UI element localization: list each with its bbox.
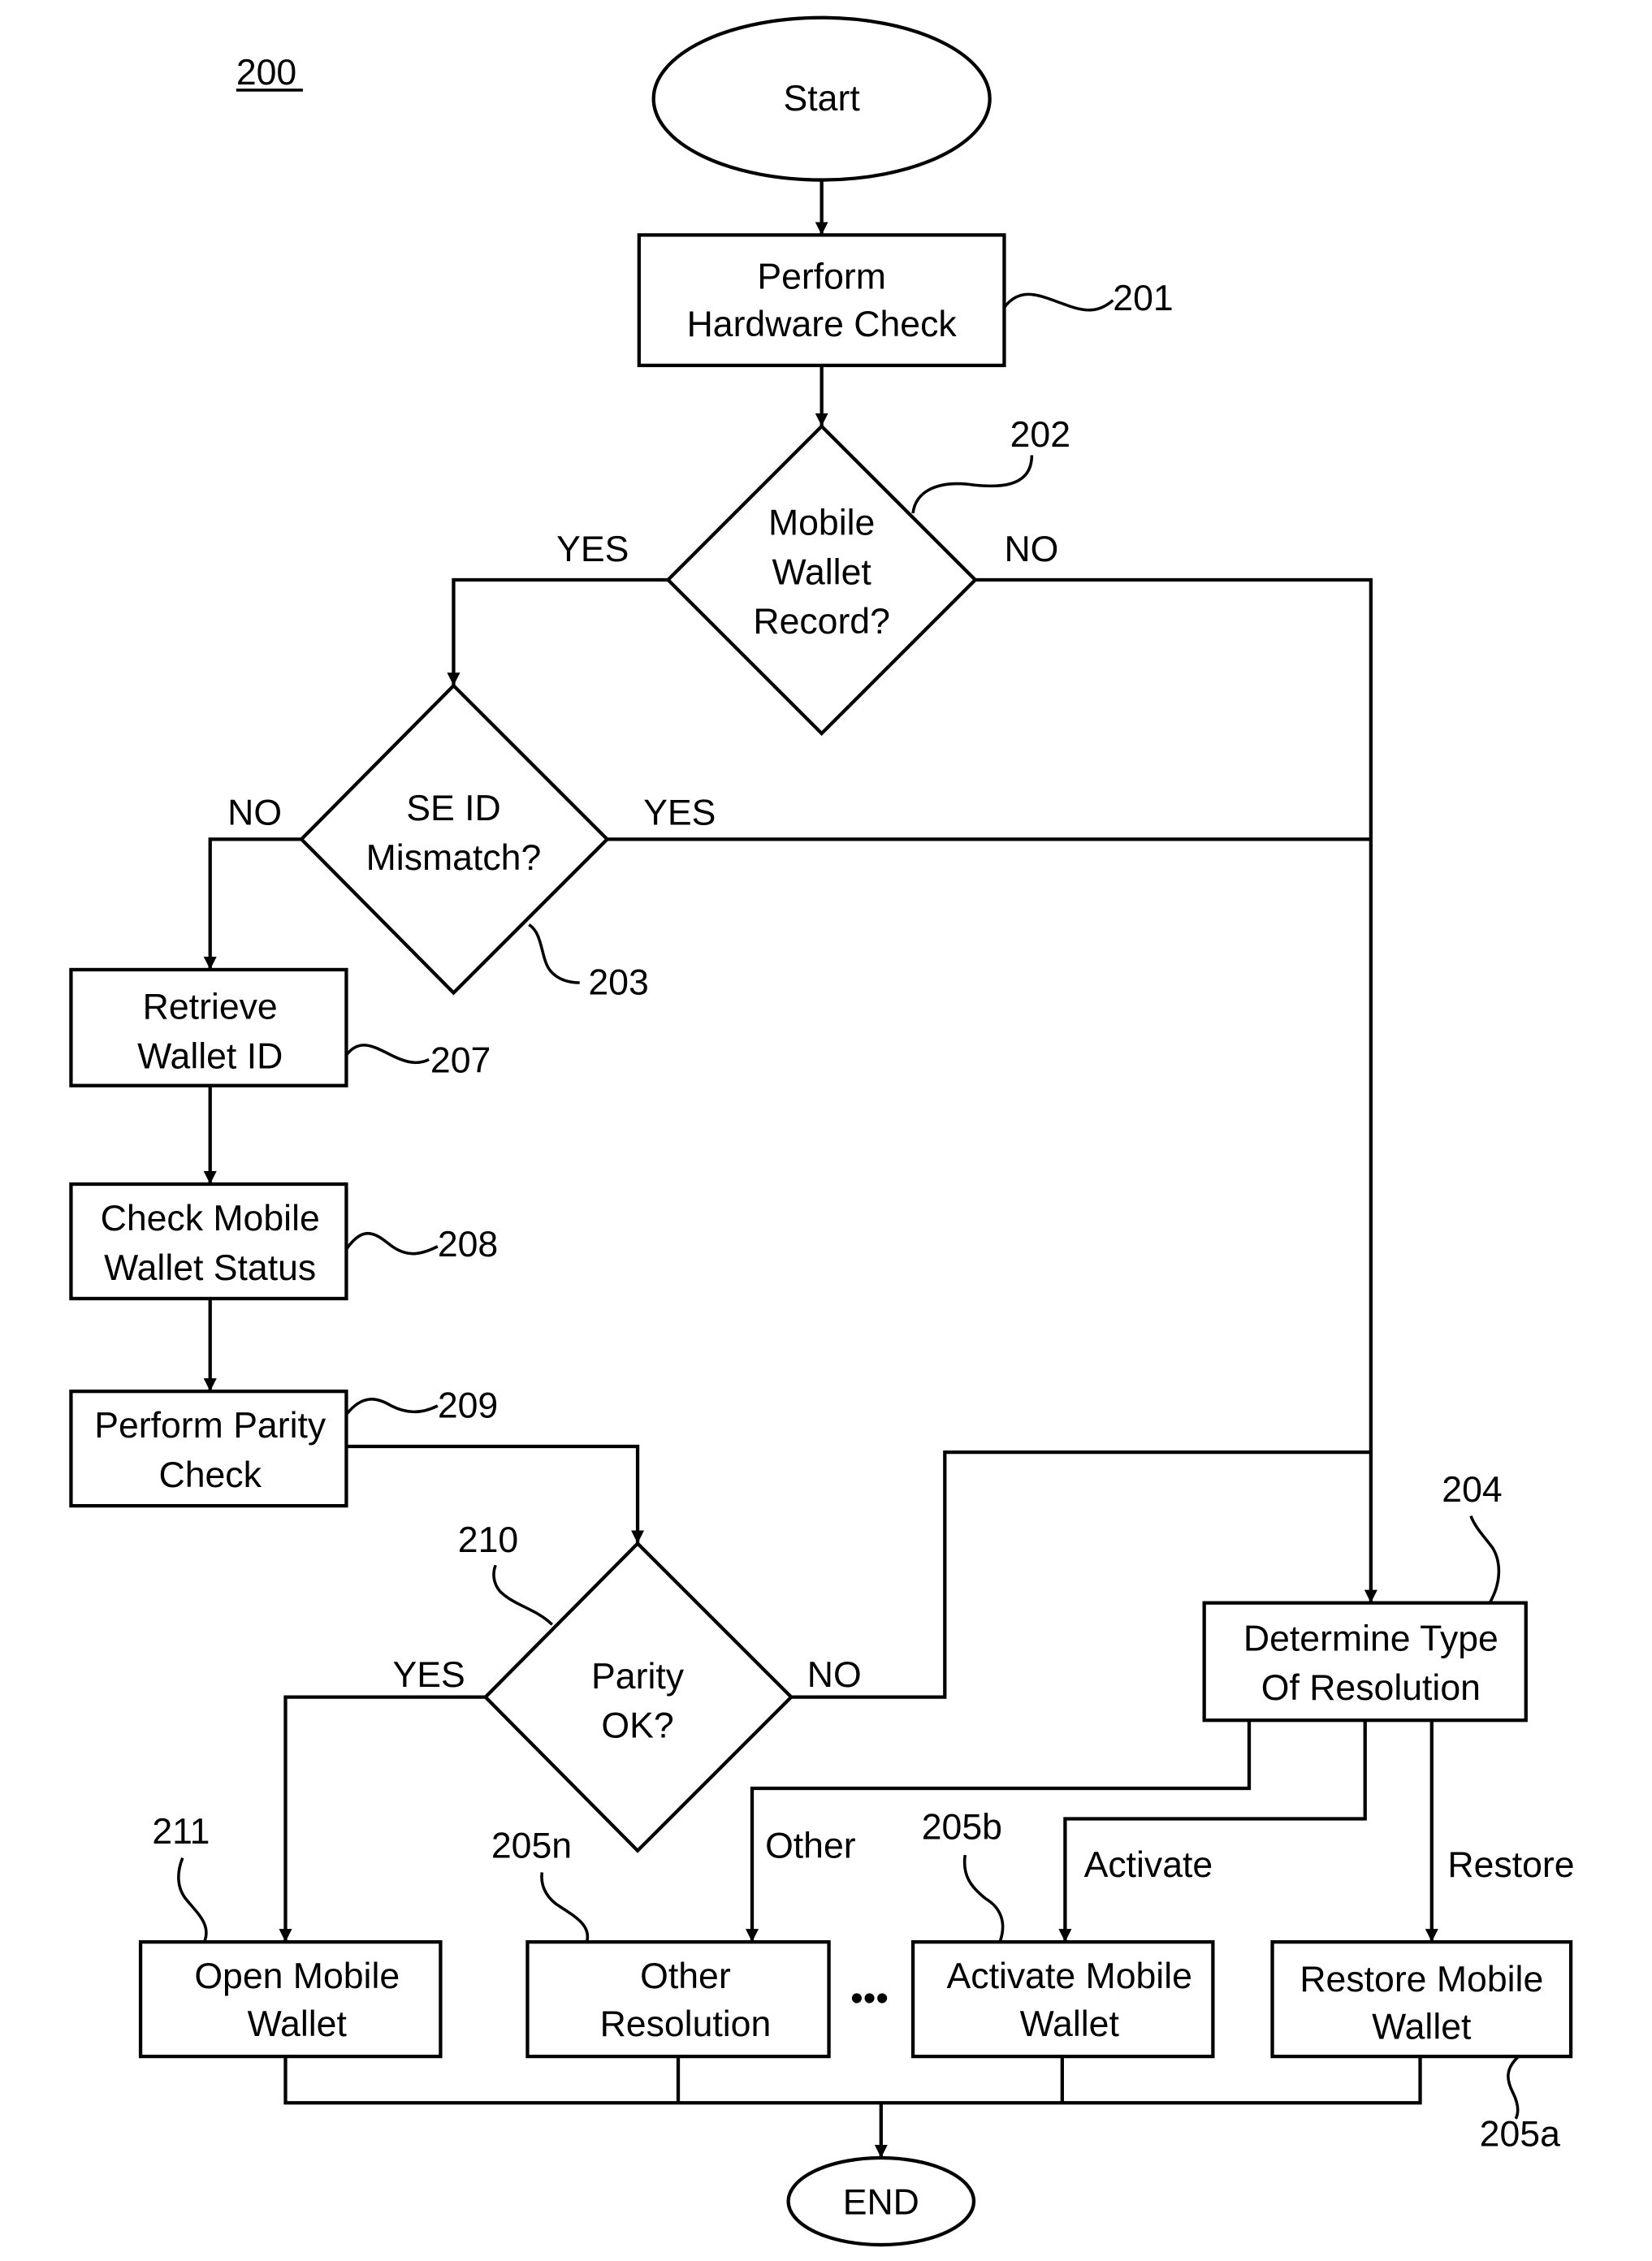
node-205a-line2: Wallet: [1372, 2008, 1472, 2047]
ref-204: 204: [1442, 1470, 1503, 1604]
node-207-line2: Wallet ID: [137, 1036, 283, 1076]
node-210-parity-ok: Parity OK?: [482, 1541, 794, 1853]
ref-209: 209: [345, 1386, 498, 1425]
node-207-retrieve-wallet-id: Retrieve Wallet ID: [69, 967, 348, 1087]
ref-202: 202: [911, 415, 1070, 514]
node-210-line1: Parity: [591, 1657, 685, 1697]
node-205b-activate-mobile-wallet: Activate Mobile Wallet: [910, 1940, 1215, 2059]
node-204-determine-type-of-resolution: Determine Type Of Resolution: [1202, 1601, 1528, 1723]
edge-label-202-no: NO: [1004, 530, 1058, 569]
ref-210-label: 210: [458, 1520, 518, 1560]
arrow-202-yes-203: [447, 577, 668, 686]
arrow-210-yes-211: [279, 1695, 486, 1943]
node-208-line2: Wallet Status: [104, 1248, 316, 1288]
node-201-line2: Hardware Check: [687, 305, 958, 344]
ref-208: 208: [344, 1225, 498, 1265]
edge-label-210-yes: YES: [393, 1655, 465, 1695]
ref-210: 210: [458, 1520, 554, 1626]
edge-label-204-activate: Activate: [1084, 1845, 1213, 1885]
node-start-label: Start: [784, 79, 861, 119]
node-205a-restore-mobile-wallet: Restore Mobile Wallet: [1270, 1940, 1573, 2059]
ref-205a: 205a: [1480, 2055, 1560, 2155]
ref-202-label: 202: [1010, 415, 1070, 455]
ref-207-label: 207: [430, 1041, 491, 1081]
node-205b-line1: Activate Mobile: [947, 1956, 1192, 1996]
edge-label-210-no: NO: [807, 1655, 862, 1695]
node-202-line1: Mobile: [768, 504, 875, 543]
edge-label-204-other: Other: [765, 1827, 856, 1866]
arrow-204-activate: [1058, 1720, 1367, 1943]
node-209-line1: Perform Parity: [94, 1406, 327, 1446]
ref-201: 201: [1003, 279, 1174, 318]
ref-203: 203: [528, 923, 649, 1002]
ref-205n-label: 205n: [491, 1827, 572, 1866]
node-201-perform-hardware-check: Perform Hardware Check: [637, 233, 1006, 368]
edge-label-204-restore: Restore: [1447, 1845, 1574, 1885]
node-211-line2: Wallet: [248, 2004, 348, 2044]
node-end: END: [786, 2155, 976, 2247]
node-203-se-id-mismatch: SE ID Mismatch?: [299, 683, 610, 996]
arrow-202-no-204: [975, 577, 1377, 1603]
edge-label-202-yes: YES: [556, 530, 629, 569]
line-merge-end: [283, 2056, 1422, 2105]
node-204-line2: Of Resolution: [1261, 1668, 1481, 1708]
ref-209-label: 209: [438, 1386, 498, 1425]
ref-211: 211: [152, 1812, 210, 1943]
figure-number: 200: [236, 53, 296, 93]
node-211-line1: Open Mobile: [194, 1956, 400, 1996]
node-203-line1: SE ID: [406, 789, 500, 828]
node-201-line1: Perform: [757, 257, 886, 296]
ref-204-label: 204: [1442, 1470, 1502, 1510]
ref-208-label: 208: [438, 1225, 498, 1265]
edge-label-203-yes: YES: [643, 793, 716, 833]
ref-205b-label: 205b: [922, 1807, 1002, 1847]
node-202-line2: Wallet: [772, 552, 872, 592]
node-211-open-mobile-wallet: Open Mobile Wallet: [138, 1940, 443, 2059]
node-205n-line1: Other: [640, 1956, 731, 1996]
ref-203-label: 203: [588, 962, 648, 1002]
edge-label-203-no: NO: [227, 793, 282, 833]
node-205b-line2: Wallet: [1020, 2004, 1120, 2044]
ref-205b: 205b: [922, 1807, 1005, 1943]
node-end-label: END: [843, 2183, 919, 2223]
node-210-line2: OK?: [601, 1706, 673, 1746]
node-202-mobile-wallet-record: Mobile Wallet Record?: [665, 423, 978, 737]
ref-205a-label: 205a: [1480, 2115, 1560, 2155]
node-205n-line2: Resolution: [600, 2004, 772, 2044]
node-202-line3: Record?: [753, 602, 890, 642]
ref-201-label: 201: [1113, 279, 1173, 318]
node-208-check-mobile-wallet-status: Check Mobile Wallet Status: [69, 1182, 348, 1301]
ellipsis-more-resolutions: •••: [850, 1978, 889, 2018]
ref-211-label: 211: [152, 1812, 210, 1852]
node-208-line1: Check Mobile: [101, 1199, 320, 1239]
ref-205n: 205n: [491, 1827, 590, 1943]
ref-207: 207: [344, 1041, 491, 1081]
node-205a-line1: Restore Mobile: [1300, 1960, 1543, 1999]
node-209-perform-parity-check: Perform Parity Check: [69, 1390, 348, 1508]
node-207-line1: Retrieve: [143, 988, 278, 1027]
node-204-line1: Determine Type: [1243, 1619, 1498, 1659]
node-start: Start: [651, 15, 992, 182]
flowchart: 200 Start Perform Hardware Check Mobile …: [69, 15, 1575, 2247]
arrow-203-no-207: [203, 837, 302, 970]
node-205n-other-resolution: Other Resolution: [525, 1940, 831, 2059]
node-209-line2: Check: [159, 1455, 262, 1495]
node-203-line2: Mismatch?: [366, 838, 542, 878]
